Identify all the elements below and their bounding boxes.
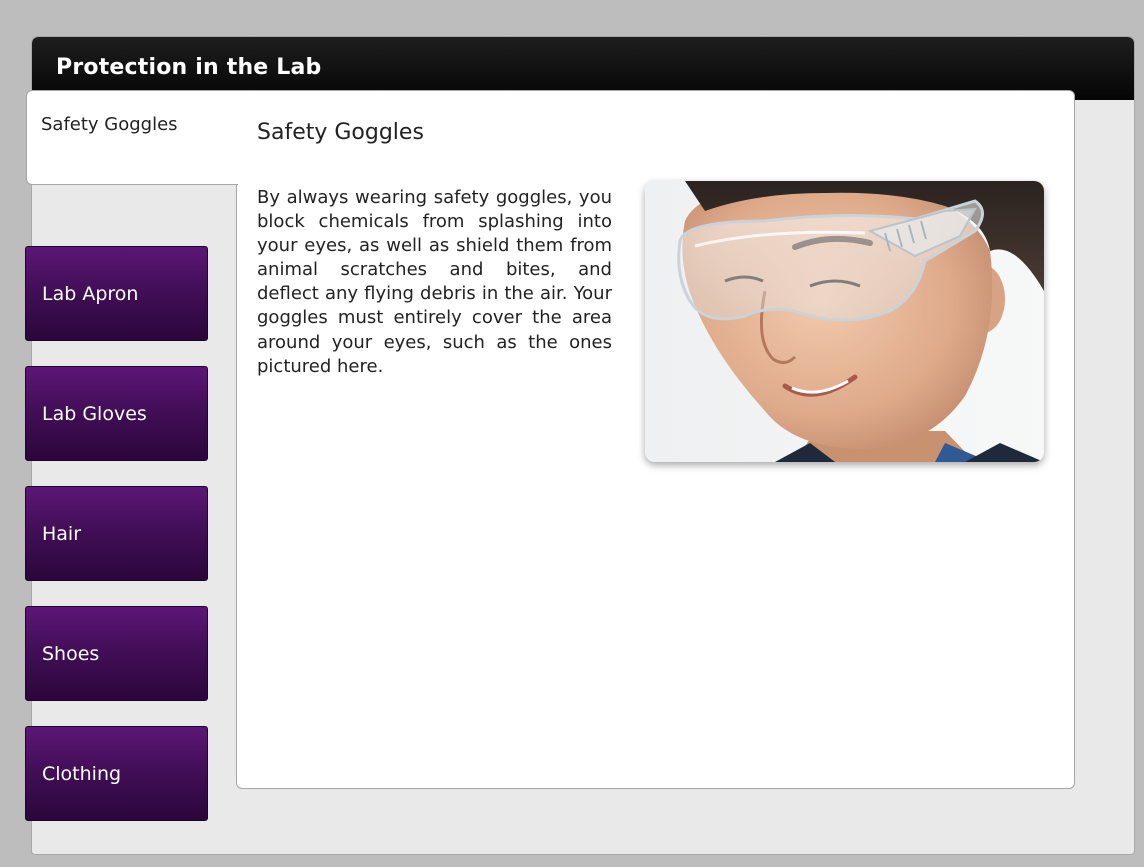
tab-hair[interactable]: Hair	[25, 486, 208, 581]
tab-label: Hair	[42, 522, 82, 545]
tab-shoes[interactable]: Shoes	[25, 606, 208, 701]
content-heading: Safety Goggles	[257, 120, 424, 145]
content-body-text: By always wearing safety goggles, you bl…	[257, 187, 612, 377]
tab-label: Shoes	[42, 642, 100, 665]
tab-clothing[interactable]: Clothing	[25, 726, 208, 821]
tab-label: Lab Apron	[42, 282, 139, 305]
window-title: Protection in the Lab	[56, 55, 322, 80]
tab-lab-apron[interactable]: Lab Apron	[25, 246, 208, 341]
tab-label: Lab Gloves	[42, 402, 147, 425]
tab-safety-goggles[interactable]: Safety Goggles	[26, 90, 238, 185]
tab-label: Safety Goggles	[41, 114, 178, 135]
goggles-photo	[645, 181, 1044, 462]
tab-label: Clothing	[42, 762, 122, 785]
tab-lab-gloves[interactable]: Lab Gloves	[25, 366, 208, 461]
